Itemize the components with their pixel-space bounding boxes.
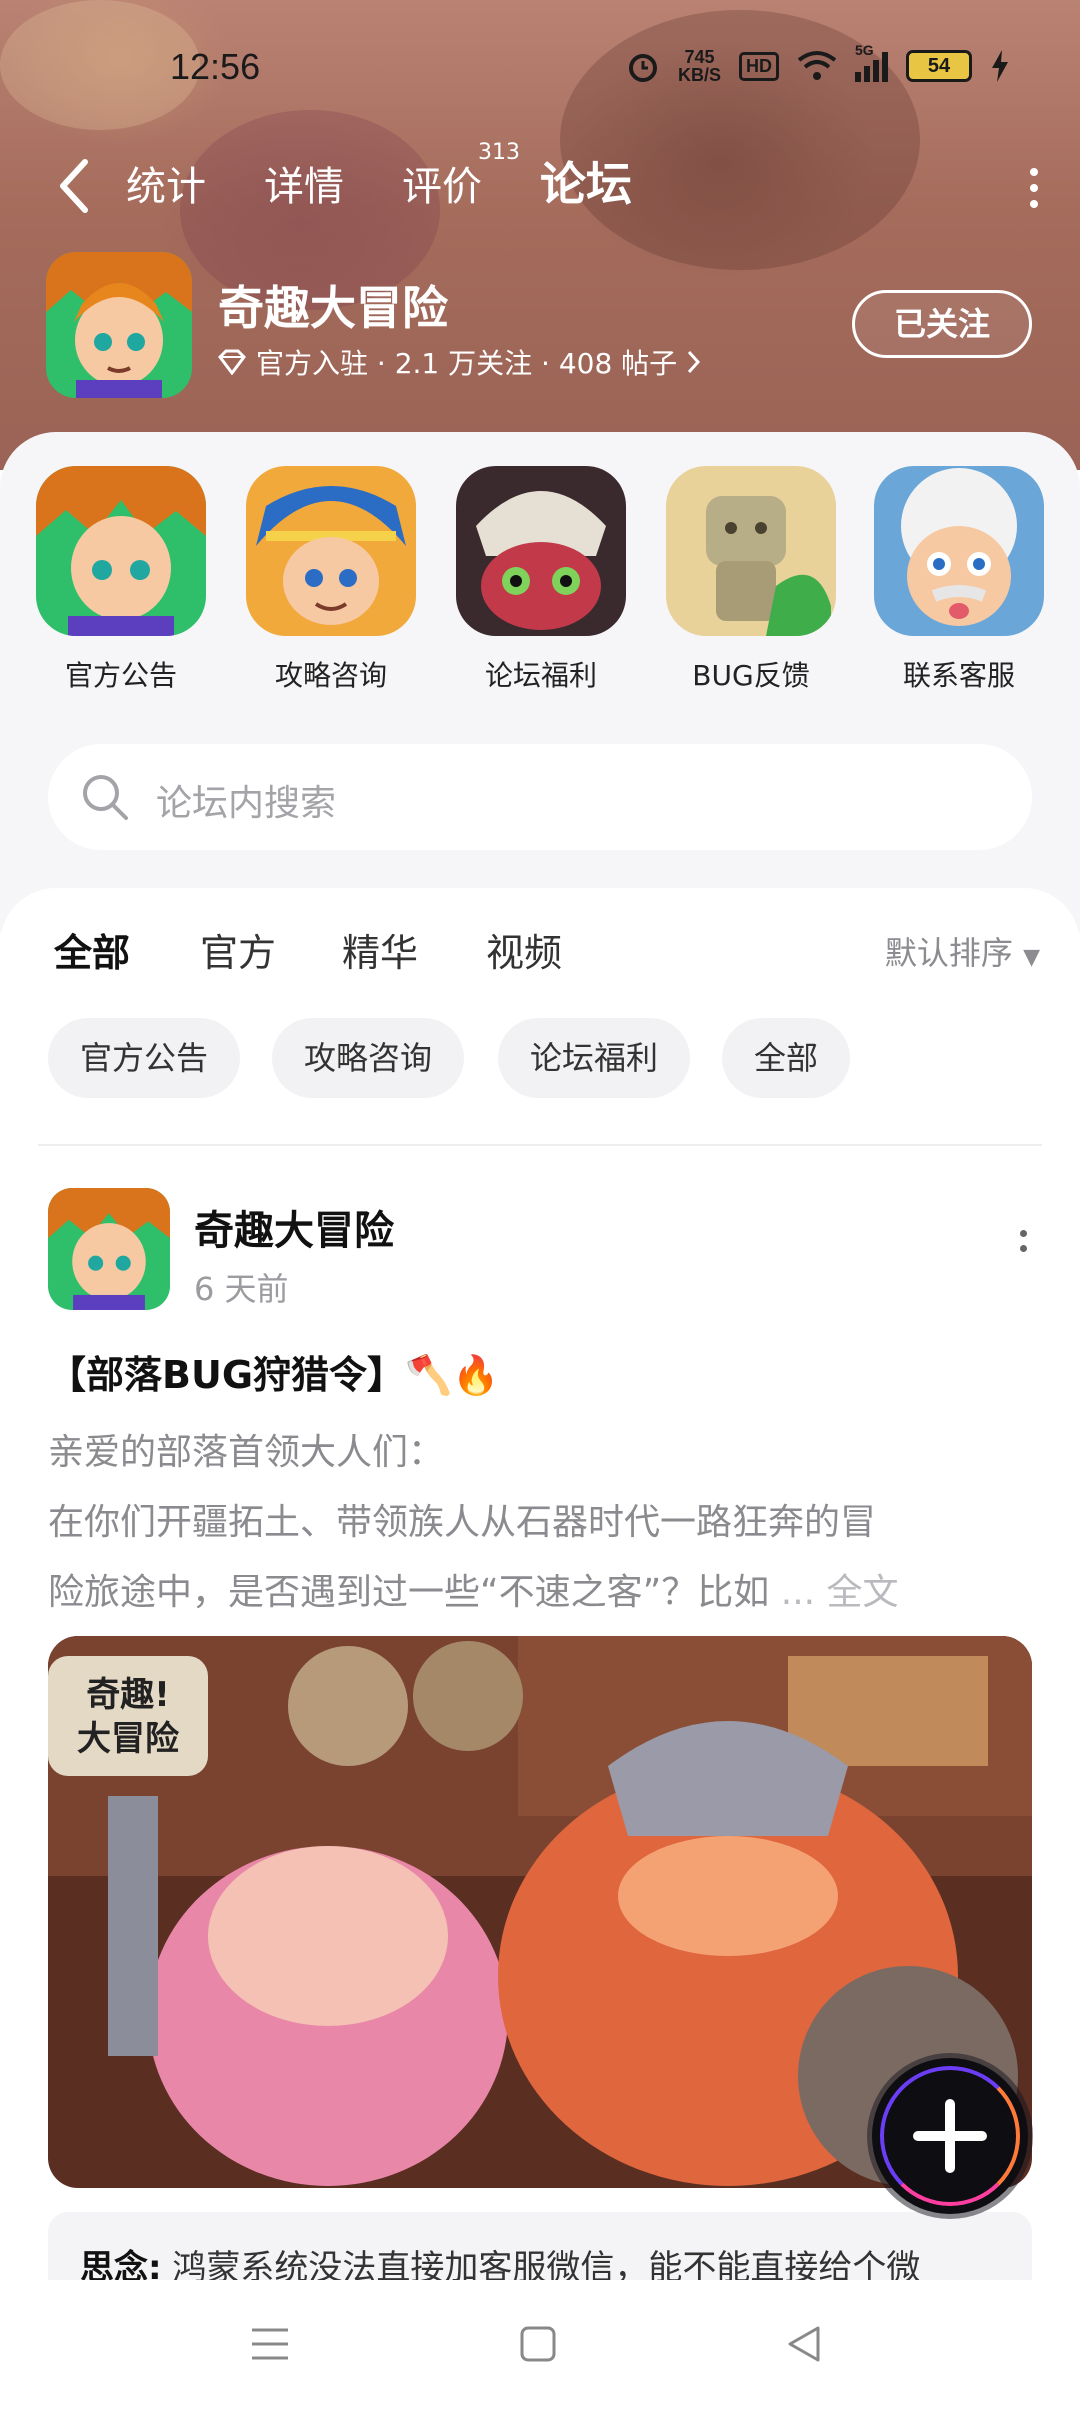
chip-guide[interactable]: 攻略咨询: [272, 1018, 465, 1098]
search-icon: [83, 775, 128, 820]
review-count-badge: 313: [478, 140, 520, 165]
category-icon-official: [36, 466, 206, 636]
read-more-link[interactable]: ... 全文: [781, 1572, 899, 1613]
signal-icon: 5G: [855, 42, 888, 82]
post-title[interactable]: 【部落BUG狩猎令】🪓🔥: [48, 1344, 500, 1399]
sort-dropdown[interactable]: 默认排序 ▼: [885, 928, 1040, 974]
filter-tab-featured[interactable]: 精华: [342, 922, 418, 977]
tab-stats[interactable]: 统计: [126, 154, 206, 212]
post-author-name[interactable]: 奇趣大冒险: [194, 1198, 394, 1256]
caret-down-icon: ▼: [1023, 945, 1040, 970]
create-post-button[interactable]: [872, 2058, 1028, 2214]
follow-button[interactable]: 已关注: [852, 290, 1032, 358]
system-navigation-bar: [0, 2280, 1080, 2412]
category-icon-bug: [666, 466, 836, 636]
game-icon[interactable]: [46, 252, 192, 398]
menu-icon[interactable]: [248, 2324, 292, 2364]
tab-details[interactable]: 详情: [264, 154, 344, 212]
game-name: 奇趣大冒险: [218, 281, 448, 335]
post-time: 6 天前: [194, 1270, 289, 1308]
image-logo-line1: 奇趣!: [86, 1675, 170, 1715]
category-icon-guide: [246, 466, 416, 636]
category-icon-support: [874, 466, 1044, 636]
category-guide[interactable]: 攻略咨询: [246, 466, 416, 694]
tab-forum[interactable]: 论坛: [540, 148, 632, 218]
divider: [38, 1144, 1042, 1146]
post-body[interactable]: 亲爱的部落首领大人们： 在你们开疆拓土、带领族人从石器时代一路狂奔的冒 险旅途中…: [48, 1418, 1038, 1628]
game-meta[interactable]: 官方入驻 · 2.1 万关注 · 408 帖子: [218, 342, 701, 382]
search-placeholder: 论坛内搜索: [156, 783, 337, 824]
tab-reviews[interactable]: 评价: [402, 154, 482, 212]
category-label: BUG反馈: [692, 659, 810, 692]
category-label: 论坛福利: [484, 659, 597, 692]
category-icon-welfare: [456, 466, 626, 636]
chevron-right-icon: [688, 350, 701, 374]
filter-tab-all[interactable]: 全部: [54, 922, 130, 983]
sort-label: 默认排序: [884, 934, 1013, 972]
category-label: 攻略咨询: [274, 659, 387, 692]
category-support[interactable]: 联系客服: [874, 466, 1044, 694]
top-navigation: 统计 详情 评价 313 论坛: [0, 140, 1080, 230]
post-author-avatar[interactable]: [48, 1188, 170, 1310]
image-logo-line2: 大冒险: [77, 1719, 180, 1759]
chip-all[interactable]: 全部: [722, 1018, 851, 1098]
back-arrow-icon[interactable]: [55, 158, 95, 214]
network-speed: 745 KB/S: [677, 47, 721, 85]
hd-badge: HD: [739, 51, 779, 81]
post-more-icon[interactable]: [1020, 1230, 1030, 1266]
alarm-icon: [628, 54, 657, 82]
category-bug-report[interactable]: BUG反馈: [666, 466, 836, 694]
status-bar: 12:56 745 KB/S HD 5G 54: [0, 0, 1080, 120]
game-meta-text: 官方入驻 · 2.1 万关注 · 408 帖子: [256, 347, 678, 380]
wifi-icon: [797, 51, 837, 80]
charging-icon: [992, 50, 1008, 82]
back-icon[interactable]: [784, 2324, 824, 2364]
diamond-icon: [218, 349, 246, 375]
battery-indicator: 54: [906, 50, 972, 82]
chip-welfare[interactable]: 论坛福利: [498, 1018, 691, 1098]
category-welfare[interactable]: 论坛福利: [456, 466, 626, 694]
status-time: 12:56: [170, 46, 261, 87]
filter-tab-video[interactable]: 视频: [486, 922, 562, 977]
home-icon[interactable]: [518, 2324, 558, 2364]
forum-search-input[interactable]: 论坛内搜索: [48, 744, 1032, 850]
category-official-notice[interactable]: 官方公告: [36, 466, 206, 694]
filter-tab-official[interactable]: 官方: [200, 922, 276, 977]
plus-icon: [913, 2099, 987, 2173]
category-label: 联系客服: [902, 659, 1015, 692]
category-row: 官方公告 攻略咨询 论坛福利 BUG反馈 联系客服: [0, 466, 1080, 706]
status-icons: 745 KB/S HD 5G 54: [626, 42, 1010, 85]
category-label: 官方公告: [64, 659, 177, 692]
chip-official-notice[interactable]: 官方公告: [48, 1018, 241, 1098]
more-options-icon[interactable]: [1030, 168, 1040, 208]
